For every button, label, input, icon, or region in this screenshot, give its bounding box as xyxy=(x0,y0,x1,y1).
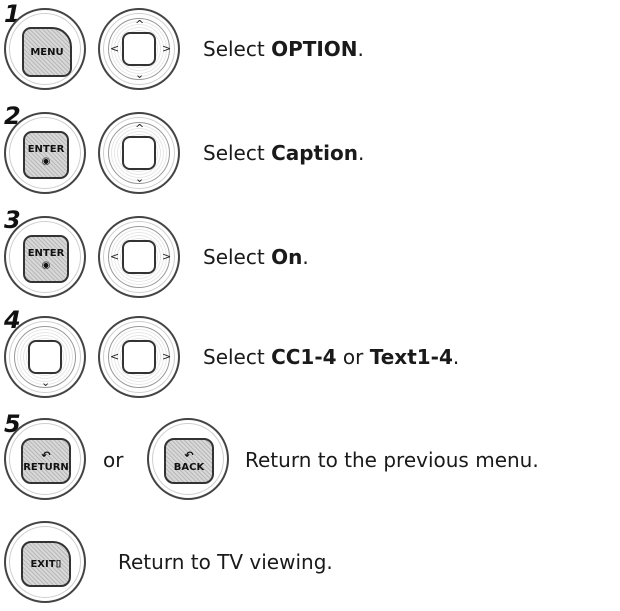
return-key-circle: ↶ RETURN xyxy=(4,418,86,500)
step-2-bold: Caption xyxy=(271,141,358,165)
step-4-bold-cc: CC1-4 xyxy=(271,345,337,369)
exit-door-icon: ⌷ xyxy=(55,558,62,570)
step-1-suffix: . xyxy=(357,37,364,61)
chevron-down-icon[interactable]: ⌄ xyxy=(41,377,50,388)
step-4-prefix: Select xyxy=(203,345,272,369)
exit-key-circle: EXIT⌷ xyxy=(4,521,86,603)
dpad-circle-step2: ^ ⌄ xyxy=(98,112,180,194)
exit-label-text: EXIT xyxy=(30,558,56,570)
step-4-suffix: . xyxy=(452,345,460,369)
step-1-bold: OPTION xyxy=(271,37,358,61)
dpad-ok-button[interactable] xyxy=(122,32,156,66)
dpad-ok-button[interactable] xyxy=(122,136,156,170)
step-2-prefix: Select xyxy=(203,141,272,165)
chevron-down-icon[interactable]: ⌄ xyxy=(135,173,144,184)
enter-button-label: ENTER xyxy=(27,247,65,259)
dpad-circle-step4-vertical: ⌄ xyxy=(4,316,86,398)
step-4-bold-text: Text1-4 xyxy=(369,345,453,369)
return-button-label: RETURN xyxy=(23,461,69,473)
dpad-circle-step4-horizontal: < > xyxy=(98,316,180,398)
menu-button-label: MENU xyxy=(30,46,64,58)
dpad-ok-button[interactable] xyxy=(122,340,156,374)
step-3-instruction: Select On. xyxy=(203,247,309,267)
step-3-suffix: . xyxy=(302,245,309,269)
enter-key-circle-step2: ENTER ◉ xyxy=(4,112,86,194)
exit-button[interactable]: EXIT⌷ xyxy=(21,541,71,587)
chevron-right-icon[interactable]: > xyxy=(162,251,171,262)
step-1-prefix: Select xyxy=(203,37,272,61)
return-button[interactable]: ↶ RETURN xyxy=(21,438,71,484)
chevron-left-icon[interactable]: < xyxy=(110,351,119,362)
back-arrow-icon: ↶ xyxy=(184,448,194,462)
step-3-bold: On xyxy=(271,245,303,269)
menu-button[interactable]: MENU xyxy=(22,27,72,77)
back-key-circle: ↶ BACK xyxy=(147,418,229,500)
chevron-left-icon[interactable]: < xyxy=(110,251,119,262)
exit-button-label: EXIT⌷ xyxy=(30,559,61,570)
menu-key-circle: MENU xyxy=(4,8,86,90)
step-4-middle: or xyxy=(336,345,370,369)
enter-button[interactable]: ENTER ◉ xyxy=(23,131,69,179)
return-arrow-icon: ↶ xyxy=(41,448,51,462)
enter-dot-icon: ◉ xyxy=(41,155,51,167)
exit-instruction: Return to TV viewing. xyxy=(118,550,333,574)
chevron-up-icon[interactable]: ^ xyxy=(135,123,144,134)
enter-dot-icon: ◉ xyxy=(41,259,51,271)
back-button-label: BACK xyxy=(173,461,205,473)
enter-key-circle-step3: ENTER ◉ xyxy=(4,216,86,298)
dpad-ok-button[interactable] xyxy=(28,340,62,374)
step-5-instruction: Return to the previous menu. xyxy=(245,448,539,472)
chevron-up-icon[interactable]: ^ xyxy=(135,19,144,30)
step-2-suffix: . xyxy=(357,141,365,165)
dpad-ok-button[interactable] xyxy=(122,240,156,274)
chevron-left-icon[interactable]: < xyxy=(110,43,119,54)
back-button[interactable]: ↶ BACK xyxy=(164,438,214,484)
chevron-right-icon[interactable]: > xyxy=(162,43,171,54)
step-2-instruction: Select Caption. xyxy=(203,143,364,163)
enter-button[interactable]: ENTER ◉ xyxy=(23,235,69,283)
step-1-instruction: Select OPTION. xyxy=(203,39,364,59)
enter-button-label: ENTER xyxy=(27,143,65,155)
or-label: or xyxy=(103,448,124,472)
step-3-prefix: Select xyxy=(203,245,272,269)
chevron-down-icon[interactable]: ⌄ xyxy=(135,69,144,80)
dpad-circle-step1: ^ ⌄ < > xyxy=(98,8,180,90)
dpad-circle-step3: < > xyxy=(98,216,180,298)
step-4-instruction: Select CC1-4 or Text1-4. xyxy=(203,347,459,367)
chevron-right-icon[interactable]: > xyxy=(162,351,171,362)
